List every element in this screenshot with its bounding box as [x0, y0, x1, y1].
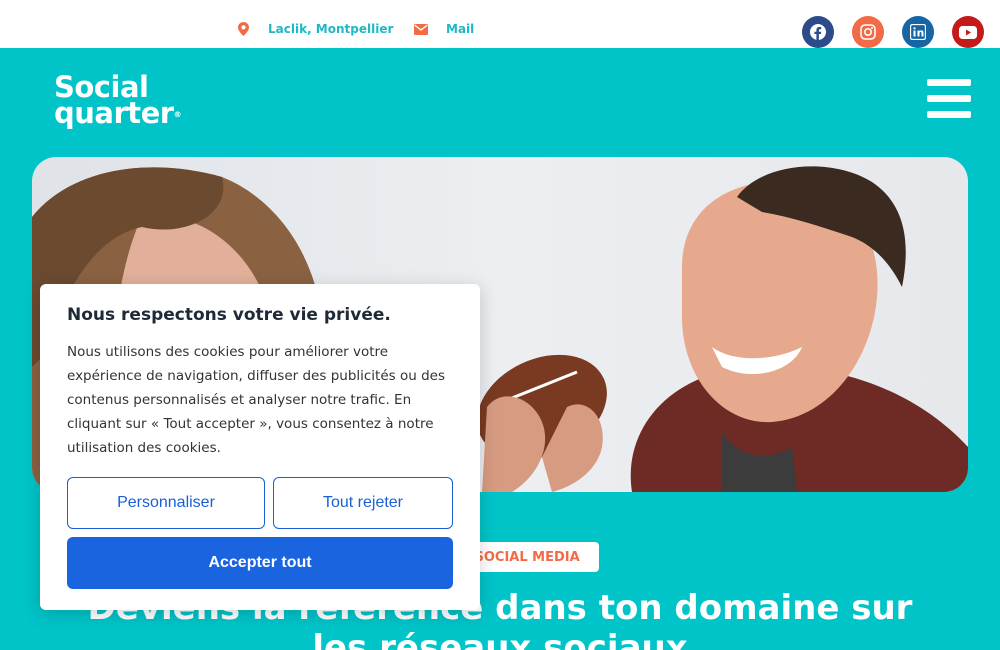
- youtube-icon: [959, 25, 977, 39]
- map-pin-icon: [236, 22, 250, 36]
- linkedin-link[interactable]: [902, 16, 934, 48]
- location-text: Laclik, Montpellier: [268, 22, 394, 36]
- mail-text: Mail: [446, 22, 475, 36]
- mail-info[interactable]: Mail: [414, 22, 474, 36]
- hamburger-bar-icon: [927, 79, 971, 86]
- cookie-description: Nous utilisons des cookies pour améliore…: [67, 344, 445, 456]
- location-info[interactable]: Laclik, Montpellier: [236, 22, 393, 36]
- reject-all-button[interactable]: Tout rejeter: [273, 477, 453, 529]
- youtube-link[interactable]: [952, 16, 984, 48]
- customize-button[interactable]: Personnaliser: [67, 477, 265, 529]
- hamburger-bar-icon: [927, 111, 971, 118]
- linkedin-icon: [910, 24, 926, 40]
- cookie-consent-dialog: Nous respectons votre vie privée. Nous u…: [40, 284, 480, 610]
- menu-button[interactable]: [927, 79, 971, 119]
- facebook-icon: [810, 24, 826, 40]
- logo-registered-mark: ®: [173, 110, 182, 119]
- facebook-link[interactable]: [802, 16, 834, 48]
- site-logo[interactable]: Social quarter®: [54, 73, 182, 128]
- top-bar: Laclik, Montpellier Mail: [0, 0, 1000, 48]
- instagram-link[interactable]: [852, 16, 884, 48]
- hamburger-bar-icon: [927, 95, 971, 102]
- logo-line-2: quarter: [54, 96, 174, 130]
- accept-all-button[interactable]: Accepter tout: [67, 537, 453, 589]
- envelope-icon: [414, 22, 428, 36]
- cookie-title: Nous respectons votre vie privée.: [67, 305, 391, 325]
- instagram-icon: [860, 24, 876, 40]
